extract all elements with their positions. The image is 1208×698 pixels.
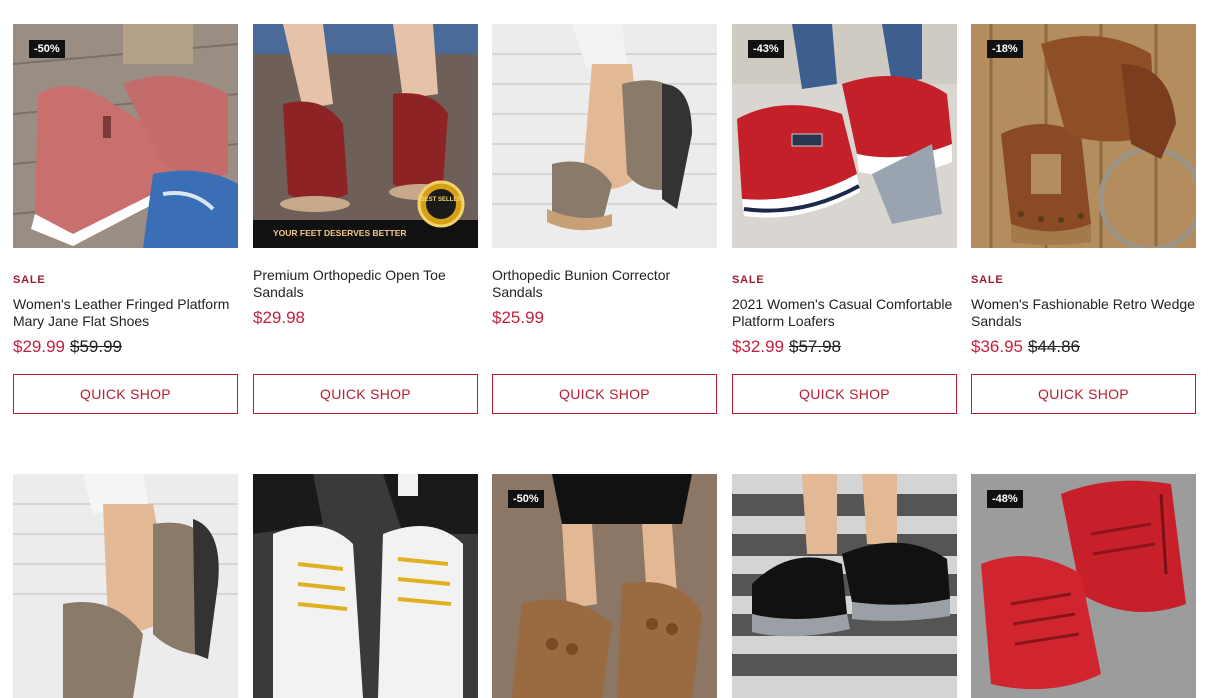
price-row: $32.99 $57.98 (732, 337, 957, 359)
product-title[interactable]: Premium Orthopedic Open Toe Sandals (253, 267, 478, 301)
product-image[interactable]: -50% (492, 474, 717, 698)
sale-price: $29.99 (13, 337, 65, 356)
product-image[interactable]: -18% (971, 24, 1196, 248)
product-card (13, 474, 238, 698)
sale-label: SALE (971, 274, 1004, 286)
quick-shop-button[interactable]: QUICK SHOP (253, 374, 478, 414)
compare-price: $59.99 (70, 337, 122, 356)
sale-price: $32.99 (732, 337, 784, 356)
discount-badge: -50% (29, 40, 65, 58)
product-image-graphic (732, 474, 957, 698)
product-card: -43% SALE 2021 Women's Casual Comfortabl… (732, 24, 957, 414)
product-image[interactable] (732, 474, 957, 698)
product-card: BEST SELLER YOUR FEET DESERVES BETTER Pr… (253, 24, 478, 414)
product-title[interactable]: Orthopedic Bunion Corrector Sandals (492, 267, 717, 301)
product-card: -50% SALE Women's Leather Fringed Platfo… (13, 24, 238, 414)
product-image[interactable]: BEST SELLER YOUR FEET DESERVES BETTER (253, 24, 478, 248)
sale-price: $36.95 (971, 337, 1023, 356)
discount-badge: -50% (508, 490, 544, 508)
product-title[interactable]: Women's Leather Fringed Platform Mary Ja… (13, 296, 238, 330)
quick-shop-button[interactable]: QUICK SHOP (13, 374, 238, 414)
product-image-graphic: BEST SELLER YOUR FEET DESERVES BETTER (253, 24, 478, 248)
compare-price: $57.98 (789, 337, 841, 356)
price-row: $36.95 $44.86 (971, 337, 1196, 359)
product-image[interactable] (492, 24, 717, 248)
product-card: -48% (971, 474, 1196, 698)
product-image[interactable]: -50% (13, 24, 238, 248)
quick-shop-button[interactable]: QUICK SHOP (971, 374, 1196, 414)
product-image-graphic (253, 474, 478, 698)
product-grid: -50% SALE Women's Leather Fringed Platfo… (0, 0, 1208, 698)
price-row: $29.98 (253, 308, 478, 330)
product-image[interactable]: -48% (971, 474, 1196, 698)
product-card: Orthopedic Bunion Corrector Sandals $25.… (492, 24, 717, 414)
discount-badge: -18% (987, 40, 1023, 58)
best-seller-seal: BEST SELLER (420, 197, 462, 203)
product-title[interactable]: Women's Fashionable Retro Wedge Sandals (971, 296, 1196, 330)
discount-badge: -48% (987, 490, 1023, 508)
compare-price: $44.86 (1028, 337, 1080, 356)
sale-label: SALE (13, 274, 46, 286)
product-card (732, 474, 957, 698)
sale-price: $25.99 (492, 308, 544, 327)
quick-shop-button[interactable]: QUICK SHOP (732, 374, 957, 414)
sale-price: $29.98 (253, 308, 305, 327)
price-row: $25.99 (492, 308, 717, 330)
product-image[interactable] (13, 474, 238, 698)
product-image[interactable] (253, 474, 478, 698)
product-title[interactable]: 2021 Women's Casual Comfortable Platform… (732, 296, 957, 330)
price-row: $29.99 $59.99 (13, 337, 238, 359)
sale-label: SALE (732, 274, 765, 286)
product-card (253, 474, 478, 698)
product-image-graphic (492, 24, 717, 248)
product-card: -18% SALE Women's Fashionable Retro Wedg… (971, 24, 1196, 414)
product-card: -50% (492, 474, 717, 698)
quick-shop-button[interactable]: QUICK SHOP (492, 374, 717, 414)
product-image[interactable]: -43% (732, 24, 957, 248)
product-image-graphic (13, 474, 238, 698)
discount-badge: -43% (748, 40, 784, 58)
image-banner-text: YOUR FEET DESERVES BETTER (273, 228, 407, 238)
